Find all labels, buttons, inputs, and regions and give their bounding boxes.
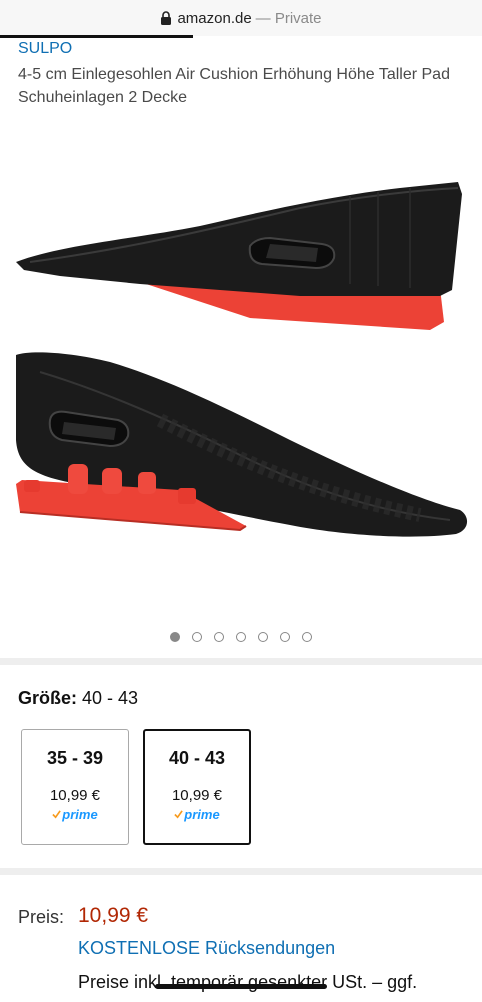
url-domain: amazon.de (177, 9, 252, 27)
carousel-dot[interactable] (302, 632, 312, 642)
section-divider (0, 868, 482, 875)
prime-check-icon (174, 810, 184, 819)
size-option-name: 35 - 39 (46, 748, 104, 768)
size-option-price: 10,99 € (49, 787, 101, 804)
prime-badge-text: prime (62, 807, 98, 822)
price-label: Preis: (18, 907, 65, 927)
size-option-price: 10,99 € (171, 787, 223, 804)
carousel-dot[interactable] (258, 632, 268, 642)
size-option-35-39[interactable]: 35 - 39 10,99 € prime (21, 729, 129, 845)
price-value: 10,99 € (78, 904, 149, 927)
carousel-dot[interactable] (170, 632, 180, 642)
carousel-dot[interactable] (192, 632, 202, 642)
lock-icon (161, 11, 172, 25)
product-title: 4-5 cm Einlegesohlen Air Cushion Erhöhun… (18, 66, 450, 106)
brand-link[interactable]: SULPO (18, 40, 72, 58)
prime-badge-text: prime (184, 807, 220, 822)
insole-top-black-body (16, 182, 462, 296)
size-option-name: 40 - 43 (168, 748, 226, 768)
private-mode-label: — Private (255, 9, 322, 27)
prime-check-icon (52, 810, 62, 819)
size-selected-value: 40 - 43 (82, 688, 139, 708)
size-option-40-43[interactable]: 40 - 43 10,99 € prime (143, 729, 251, 845)
carousel-dot[interactable] (280, 632, 290, 642)
section-divider (0, 658, 482, 665)
carousel-dot[interactable] (214, 632, 224, 642)
prime-badge: prime (145, 807, 249, 822)
prime-badge: prime (22, 807, 128, 822)
address-bar[interactable]: amazon.de — Private (0, 0, 482, 36)
carousel-dot[interactable] (236, 632, 246, 642)
home-indicator[interactable] (155, 984, 327, 989)
product-image[interactable] (0, 120, 482, 620)
page-load-progress (0, 35, 193, 38)
image-carousel-dots (0, 632, 482, 646)
size-label: Größe: 40 - 43 (18, 688, 138, 709)
free-returns-link[interactable]: KOSTENLOSE Rücksendungen (78, 938, 335, 959)
size-label-text: Größe: (18, 688, 78, 708)
